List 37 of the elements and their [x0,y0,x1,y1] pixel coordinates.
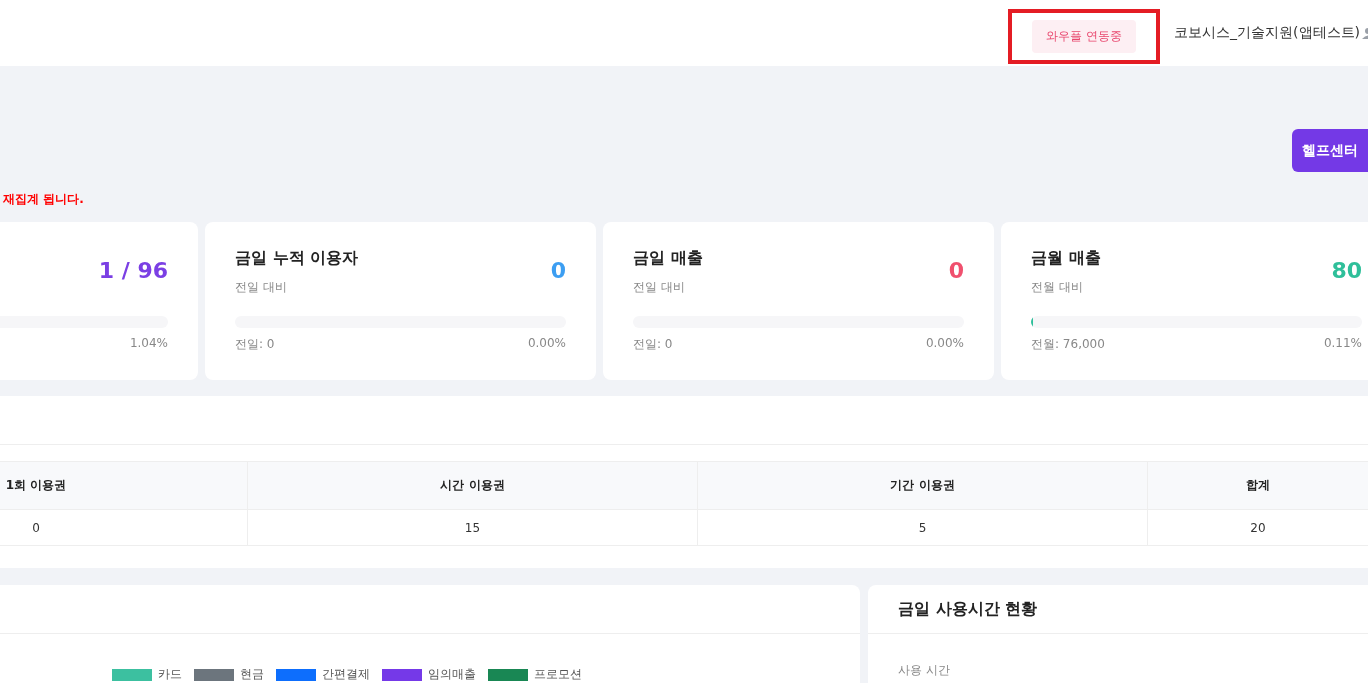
card-title: 금일 누적 이용자 [235,248,359,269]
previous-value: 전월: 76,000 [1031,336,1105,353]
percent-value: 1.04% [129,336,168,350]
status-badge: 와우플 연동중 [1032,19,1137,53]
stat-value: 80 [1331,258,1362,285]
help-center-button[interactable]: 헬프센터 [1292,129,1368,172]
previous-value: 전일: 0 [633,336,673,353]
stat-value: 0 [948,258,964,285]
legend-label[interactable]: 프로모션 [534,666,582,683]
stat-value: 0 [550,258,566,285]
column-header: 1회 이용권 [0,461,248,510]
card-title: 금월 매출 [1031,248,1101,269]
legend-label[interactable]: 간편결제 [322,666,370,683]
table-cell: 5 [697,509,1148,546]
column-header: 합계 [1147,461,1368,510]
previous-value: 전일: 0 [235,336,275,353]
stat-value: 1 / 96 [98,258,168,285]
table-cell: 0 [0,509,248,546]
percent-value: 0.11% [1323,336,1362,352]
column-header: 시간 이용권 [247,461,698,510]
table-cell: 15 [247,509,698,546]
card-subtitle: 전일 대비 [633,279,686,296]
usage-label: 사용 시간 [898,662,951,679]
card-subtitle: 전월 대비 [1031,279,1084,296]
table-cell: 20 [1147,509,1368,546]
user-name[interactable]: 코보시스_기술지원(앱테스트) [1174,24,1360,42]
column-header: 기간 이용권 [697,461,1148,510]
legend-label[interactable]: 임의매출 [428,666,476,683]
panel-title: 금일 사용시간 현황 [898,598,1038,620]
percent-value: 0.00% [925,336,964,352]
legend-label[interactable]: 현금 [240,666,264,683]
card-subtitle: 전일 대비 [235,279,288,296]
notice-text: 재집계 됩니다. [3,191,85,208]
percent-value: 0.00% [527,336,566,352]
legend-label[interactable]: 카드 [158,666,182,683]
user-icon[interactable] [1360,27,1368,39]
card-title: 금일 매출 [633,248,703,269]
